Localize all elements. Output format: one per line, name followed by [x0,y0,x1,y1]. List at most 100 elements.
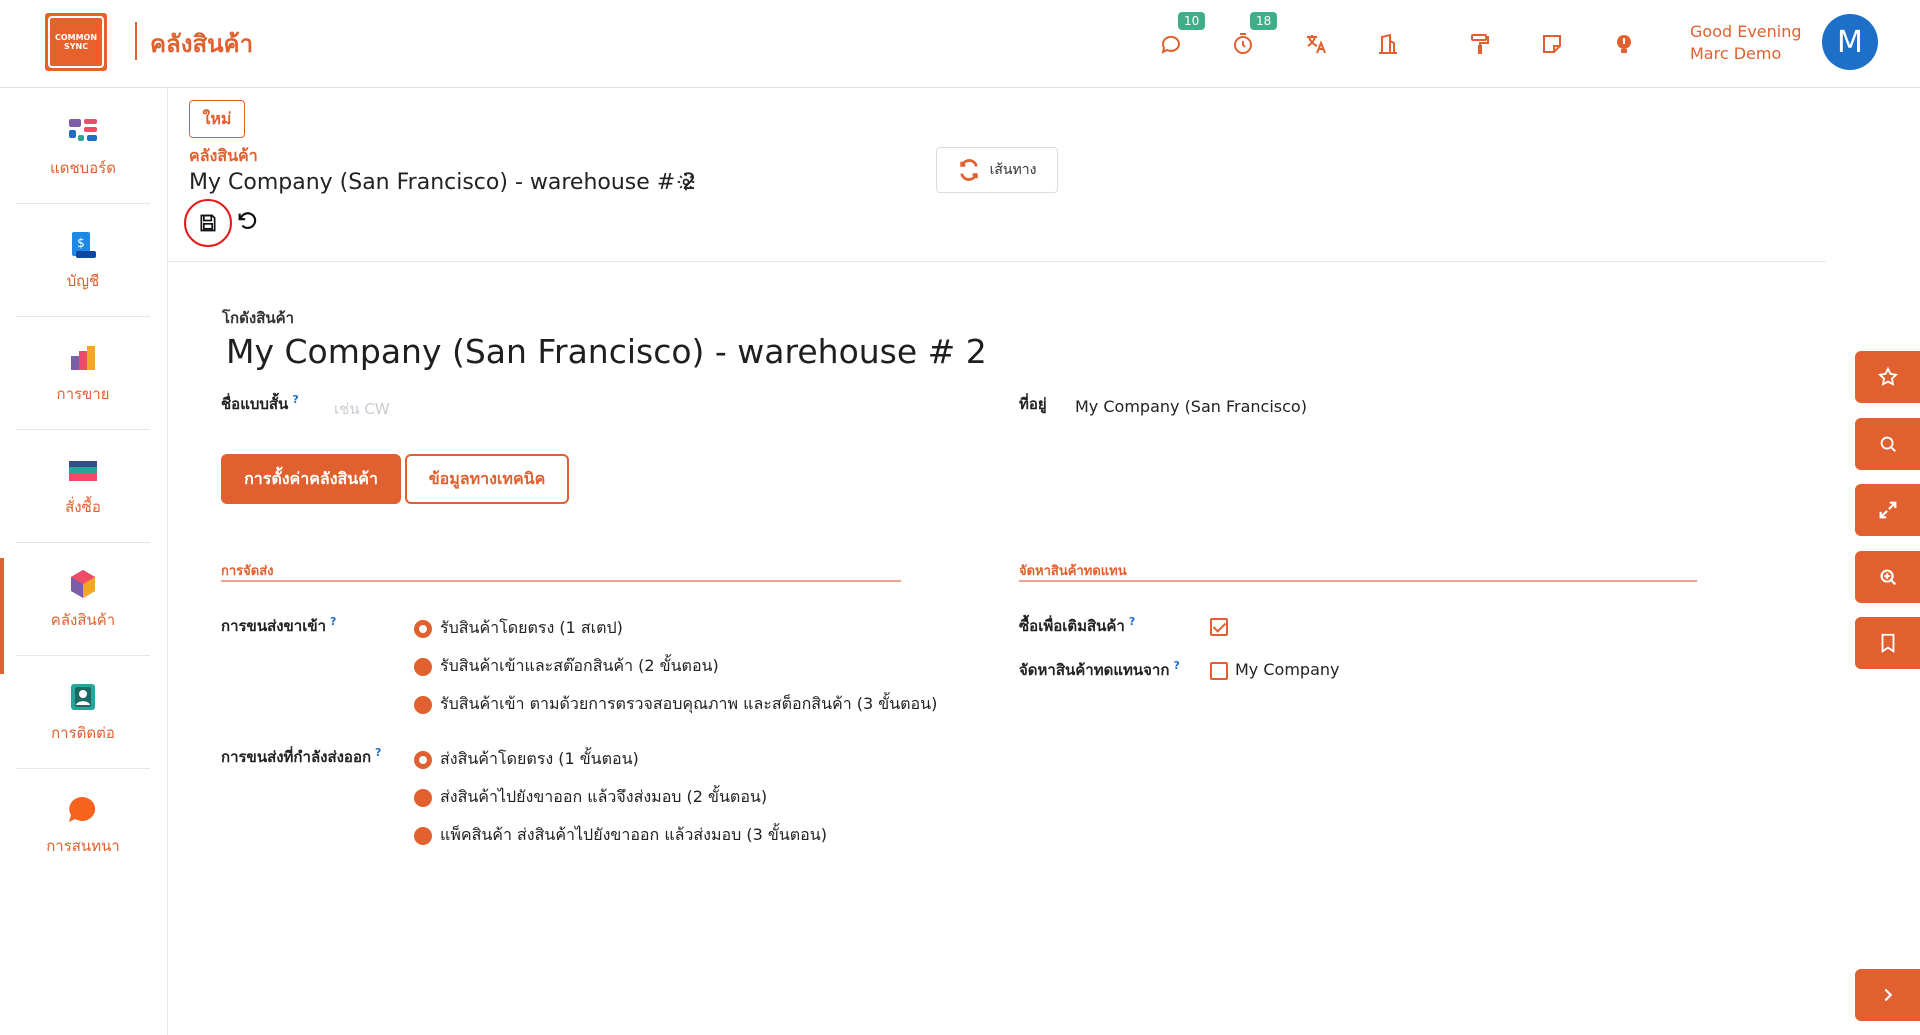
radio[interactable] [414,695,432,714]
incoming-option-3[interactable]: รับสินค้าเข้า ตามด้วยการตรวจสอบคุณภาพ แล… [414,692,937,717]
address-label: ที่อยู่ [1019,395,1047,413]
resupply-divider [1019,580,1697,582]
chevron-right-icon [1883,988,1892,1002]
zoom-in-icon [1879,569,1896,586]
buy-label-text: ซื้อเพื่อเติมสินค้า [1019,617,1125,635]
resupply-section-title: จัดหาสินค้าทดแทน [1019,564,1127,579]
radio-selected[interactable] [414,619,432,638]
messages-icon[interactable] [1157,30,1185,58]
incoming-label-text: การขนส่งขาเข้า [221,617,327,635]
shipments-divider [221,580,901,582]
zoom-button[interactable] [1855,551,1920,603]
option-label: รับสินค้าโดยตรง (1 สเตป) [440,618,623,637]
sidebar-item-label: การติดต่อ [51,723,115,742]
favorite-button[interactable] [1855,351,1920,403]
greeting-line1: Good Evening [1690,22,1802,41]
incoming-option-1[interactable]: รับสินค้าโดยตรง (1 สเตป) [414,616,623,641]
outgoing-label: การขนส่งที่กำลังส่งออก? [221,745,381,769]
outgoing-option-3[interactable]: แพ็คสินค้า ส่งสินค้าไปยังขาออก แล้วส่งมอ… [414,823,827,848]
sidebar-active-indicator [0,558,4,674]
user-avatar[interactable]: M [1822,14,1878,70]
expand-button[interactable] [1855,484,1920,536]
greeting-user: Marc Demo [1690,44,1782,63]
radio[interactable] [414,788,432,807]
help-icon[interactable]: ? [375,746,381,759]
logo-line1: COMMON [54,33,98,42]
discuss-icon [69,796,96,822]
warehouse-label: โกดังสินค้า [222,309,295,327]
messages-badge: 10 [1178,12,1206,30]
accounting-icon: $ [72,231,96,258]
bookmark-icon [1881,633,1894,653]
radio[interactable] [414,826,432,845]
header-separator [168,261,1826,262]
sidebar-item-label: แดชบอร์ด [50,158,116,177]
translate-icon[interactable] [1302,30,1330,58]
buy-to-resupply-label: ซื้อเพื่อเติมสินค้า? [1019,614,1135,638]
option-label: รับสินค้าเข้า ตามด้วยการตรวจสอบคุณภาพ แล… [440,694,938,713]
option-label: รับสินค้าเข้าและสต๊อกสินค้า (2 ขั้นตอน) [440,656,719,675]
search-icon [1880,436,1896,452]
tab-warehouse-config[interactable]: การตั้งค่าคลังสินค้า [221,454,401,504]
activity-timer-icon[interactable] [1229,30,1257,58]
address-field[interactable]: My Company (San Francisco) [1075,397,1307,416]
logo-line2: SYNC [63,42,89,51]
title-divider [135,22,137,60]
breadcrumb[interactable]: คลังสินค้า [189,144,258,169]
sidebar-item-accounting[interactable]: $ บัญชี [16,205,150,317]
save-button[interactable] [184,199,232,247]
short-name-label: ชื่อแบบสั้น? [221,392,299,416]
routes-button[interactable]: เส้นทาง [936,147,1058,193]
sidebar-item-label: คลังสินค้า [50,610,116,629]
routes-label: เส้นทาง [989,162,1037,178]
sidebar-item-inventory[interactable]: คลังสินค้า [16,544,150,656]
incoming-label: การขนส่งขาเข้า? [221,614,336,638]
incoming-option-2[interactable]: รับสินค้าเข้าและสต๊อกสินค้า (2 ขั้นตอน) [414,654,719,679]
shipments-section-title: การจัดส่ง [221,564,274,579]
sidebar: แดชบอร์ด $ บัญชี การขาย สั่งซื้อ คลังสิน… [0,88,168,1035]
sidebar-item-label: การขาย [56,384,110,403]
short-name-input[interactable]: เช่น CW [334,397,390,421]
sidebar-item-label: สั่งซื้อ [65,497,101,516]
greeting: Good Evening Marc Demo [1690,21,1802,65]
sidebar-item-dashboard[interactable]: แดชบอร์ด [16,92,150,204]
sidebar-item-discuss[interactable]: การสนทนา [16,770,150,882]
radio-selected[interactable] [414,750,432,769]
new-button[interactable]: ใหม่ [189,100,245,138]
radio[interactable] [414,657,432,676]
refresh-icon [959,159,978,181]
top-bar: COMMON SYNC คลังสินค้า 10 18 Good Evenin… [0,0,1920,88]
sidebar-item-purchase[interactable]: สั่งซื้อ [16,431,150,543]
star-icon [1877,366,1898,386]
search-button[interactable] [1855,418,1920,470]
purchase-icon [69,460,97,481]
tab-technical-info[interactable]: ข้อมูลทางเทคนิค [405,454,569,504]
collapse-panel-button[interactable] [1855,969,1920,1021]
outgoing-option-2[interactable]: ส่งสินค้าไปยังขาออก แล้วจึงส่งมอบ (2 ขั้… [414,785,767,810]
sidebar-item-sales[interactable]: การขาย [16,318,150,430]
sticky-note-icon[interactable] [1538,30,1566,58]
activities-badge: 18 [1250,12,1278,30]
bookmark-button[interactable] [1855,617,1920,669]
resupply-from-label: จัดหาสินค้าทดแทนจาก? [1019,658,1180,682]
option-label: ส่งสินค้าโดยตรง (1 ขั้นตอน) [440,749,639,768]
app-title: คลังสินค้า [150,30,254,58]
help-icon[interactable]: ? [1129,615,1135,628]
dashboard-icon [69,118,97,141]
paint-roller-icon[interactable] [1466,30,1494,58]
floppy-disk-icon [200,214,216,232]
lightbulb-icon[interactable] [1610,30,1638,58]
gear-icon[interactable] [676,172,696,192]
app-logo[interactable]: COMMON SYNC [42,10,110,74]
discard-undo-icon[interactable] [236,210,258,232]
company-switch-icon[interactable] [1374,30,1402,58]
help-icon[interactable]: ? [292,393,298,406]
help-icon[interactable]: ? [330,615,336,628]
outgoing-option-1[interactable]: ส่งสินค้าโดยตรง (1 ขั้นตอน) [414,747,639,772]
resupply-from-company: My Company [1235,660,1340,679]
resupply-from-checkbox[interactable] [1210,662,1228,680]
warehouse-name-field[interactable]: My Company (San Francisco) - warehouse #… [226,332,987,371]
sidebar-item-contacts[interactable]: การติดต่อ [16,657,150,769]
help-icon[interactable]: ? [1173,659,1179,672]
buy-to-resupply-checkbox[interactable] [1210,618,1228,636]
